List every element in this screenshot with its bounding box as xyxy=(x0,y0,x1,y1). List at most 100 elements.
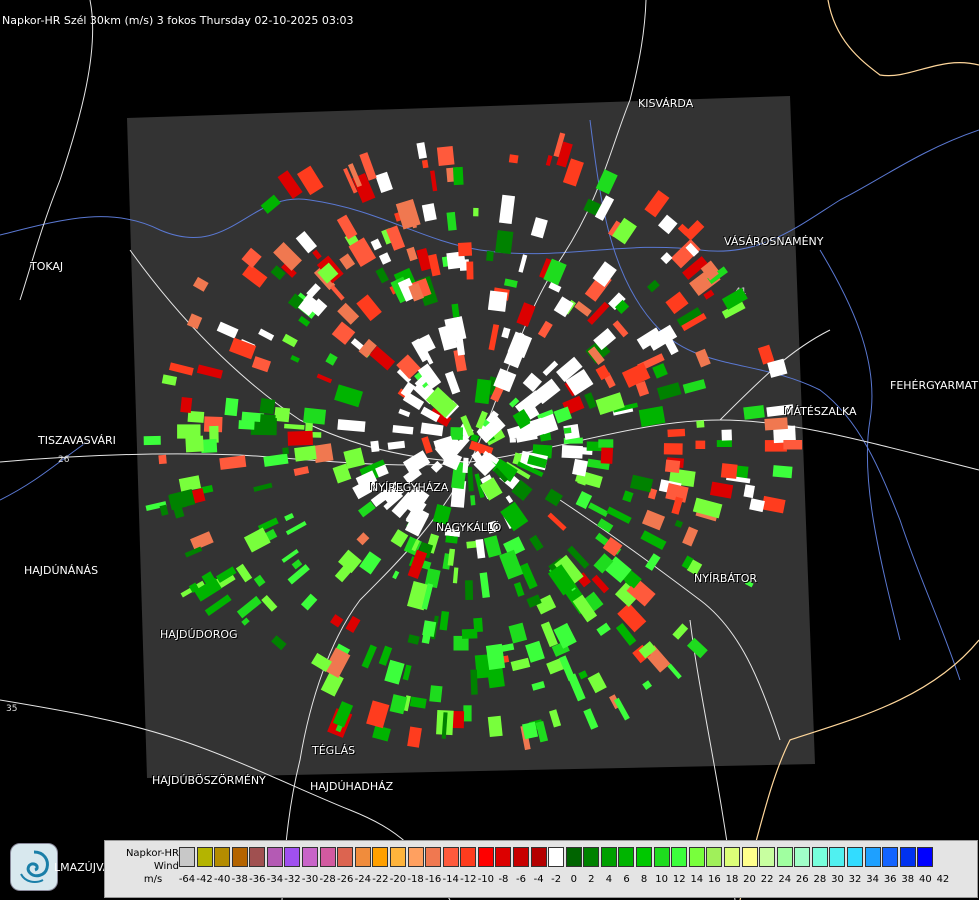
legend-tick-label: 8 xyxy=(640,874,648,885)
radar-echo xyxy=(463,705,472,722)
radar-echo xyxy=(282,447,289,455)
radar-echo xyxy=(465,580,474,601)
radar-echo xyxy=(238,420,255,430)
radar-echo xyxy=(259,397,276,415)
legend-tick-label: 0 xyxy=(570,874,577,885)
legend-swatch xyxy=(354,847,371,867)
radar-echo xyxy=(450,427,464,440)
radar-echo xyxy=(470,669,478,695)
legend-tick-label: 42 xyxy=(936,874,950,885)
radar-echo xyxy=(487,715,503,738)
radar-echo xyxy=(457,242,473,257)
radar-echo xyxy=(180,396,193,413)
legend-swatch xyxy=(917,847,934,867)
legend-tick-label: -6 xyxy=(516,874,527,885)
radar-echo xyxy=(772,465,793,479)
legend-swatch xyxy=(477,847,494,867)
legend-tick-label: 18 xyxy=(725,874,739,885)
legend-swatch xyxy=(741,847,758,867)
radar-echo xyxy=(716,440,732,447)
map-title: Napkor-HR Szél 30km (m/s) 3 fokos Thursd… xyxy=(2,14,354,27)
legend-ticks: -64 -42 -40 -38 -36 -34 -32 -30 -28 -26 -24 -22 -20-… xyxy=(179,874,979,890)
legend-tick-label: 40 xyxy=(918,874,932,885)
radar-echo xyxy=(445,535,458,544)
legend-swatch xyxy=(179,847,195,867)
radar-echo xyxy=(462,457,469,473)
radar-echo xyxy=(474,378,492,405)
legend-tick-label: -24 xyxy=(354,874,371,885)
legend-tick-label: -12 xyxy=(460,874,477,885)
legend-tick-label: 26 xyxy=(795,874,809,885)
radar-echo xyxy=(185,435,204,453)
radar-echo xyxy=(600,447,614,464)
legend-swatch xyxy=(583,847,600,867)
legend-tick-label: -4 xyxy=(533,874,544,885)
legend-title: Napkor-HR Wind m/s xyxy=(109,847,179,886)
legend-swatch xyxy=(776,847,793,867)
swirl-logo-icon xyxy=(10,843,58,891)
legend-swatch xyxy=(266,847,283,867)
legend-swatch xyxy=(372,847,389,867)
legend-title-line: m/s xyxy=(143,874,163,885)
legend-swatch xyxy=(337,847,354,867)
legend-tick-label: 32 xyxy=(848,874,862,885)
radar-echo xyxy=(696,420,705,428)
legend-swatch xyxy=(231,847,248,867)
legend-tick-label: -42 xyxy=(196,874,213,885)
radar-echo xyxy=(224,397,239,417)
legend-swatch xyxy=(196,847,213,867)
legend-tick-label: -64 xyxy=(178,874,196,885)
legend-tick-label: 16 xyxy=(708,874,721,885)
radar-echo xyxy=(664,459,681,474)
legend-tick-label: -32 xyxy=(284,874,301,885)
legend-swatch xyxy=(548,847,565,867)
legend-swatch xyxy=(794,847,811,867)
radar-echo xyxy=(370,440,380,453)
legend-tick-label: 6 xyxy=(623,874,630,885)
legend-tick-label: -10 xyxy=(477,874,495,885)
legend-swatch xyxy=(407,847,424,867)
town-label: TÉGLÁS xyxy=(312,744,356,757)
town-label: HAJDÚNÁNÁS xyxy=(24,564,99,577)
legend-tick-label: -8 xyxy=(498,874,509,885)
legend-tick-label: -40 xyxy=(213,874,231,885)
radar-echo xyxy=(663,443,683,455)
legend-tick-label: -28 xyxy=(319,874,336,885)
radar-echo xyxy=(695,440,706,449)
legend-swatch xyxy=(723,847,740,867)
radar-echo xyxy=(508,154,519,164)
legend-swatch xyxy=(636,847,653,867)
legend-swatch xyxy=(319,847,336,867)
legend-swatch xyxy=(829,847,846,867)
legend-tick-label: -30 xyxy=(301,874,319,885)
legend-swatch xyxy=(618,847,635,867)
radar-echo xyxy=(667,428,686,438)
legend-swatch xyxy=(425,847,442,867)
radar-echo xyxy=(470,495,476,506)
legend-tick-label: 38 xyxy=(901,874,915,885)
town-label: HAJDÚHADHÁZ xyxy=(310,780,394,793)
legend-tick-label: -26 xyxy=(337,874,354,885)
legend-swatch xyxy=(249,847,266,867)
legend-swatch xyxy=(530,847,547,867)
radar-echo xyxy=(473,207,479,217)
legend-tick-label: 36 xyxy=(883,874,897,885)
legend-tick-label: 12 xyxy=(672,874,686,885)
legend-tick-label: 2 xyxy=(588,874,595,885)
legend-tick-label: 30 xyxy=(831,874,844,885)
legend-tick-label: -34 xyxy=(266,874,284,885)
legend-tick-label: 28 xyxy=(813,874,827,885)
radar-echo xyxy=(495,230,514,255)
radar-echo xyxy=(313,443,334,464)
legend-title-line: Napkor-HR xyxy=(125,848,179,859)
radar-echo xyxy=(294,445,317,462)
legend-swatch xyxy=(706,847,723,867)
legend-swatch xyxy=(671,847,688,867)
legend-swatch xyxy=(389,847,406,867)
radar-echo xyxy=(473,617,483,633)
color-legend: Napkor-HR Wind m/s -64 -42 -40 -38 -36 -34 -32… xyxy=(104,840,978,898)
legend-swatch xyxy=(284,847,301,867)
legend-swatches xyxy=(179,847,935,867)
legend-swatch xyxy=(495,847,512,867)
legend-tick-label: 24 xyxy=(778,874,792,885)
